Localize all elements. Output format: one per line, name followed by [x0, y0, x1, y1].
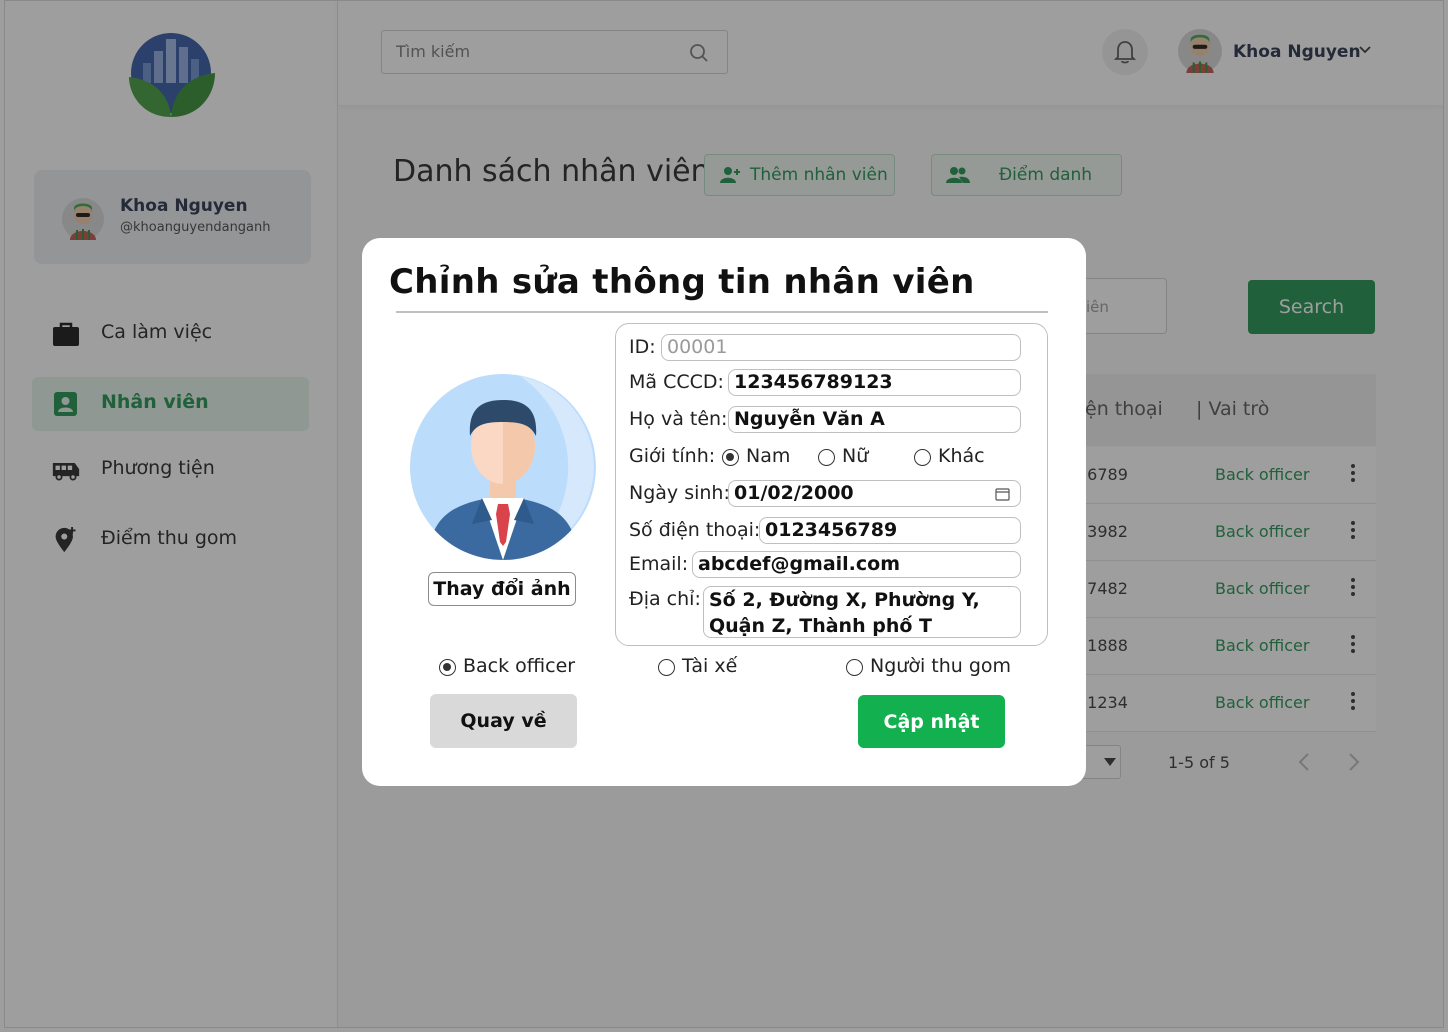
full-name-field[interactable]: Nguyễn Văn A	[728, 406, 1021, 433]
radio-label: Khác	[938, 445, 985, 467]
calendar-icon[interactable]	[995, 487, 1010, 501]
dob-label: Ngày sinh:	[629, 482, 730, 504]
cccd-row: Mã CCCD: 123456789123	[629, 369, 1035, 397]
radio-unselected-icon	[846, 659, 863, 676]
radio-selected-icon	[722, 449, 739, 466]
employee-form: ID: 00001 Mã CCCD: 123456789123 Họ và tê…	[615, 323, 1048, 646]
email-label: Email:	[629, 553, 689, 575]
radio-label: Nữ	[842, 445, 869, 467]
id-field[interactable]: 00001	[661, 334, 1021, 361]
dob-value: 01/02/2000	[734, 482, 854, 504]
gender-label: Giới tính:	[629, 445, 716, 467]
radio-label: Nam	[746, 445, 791, 467]
update-button[interactable]: Cập nhật	[858, 695, 1005, 748]
email-row: Email: abcdef@gmail.com	[629, 551, 1035, 579]
change-photo-button[interactable]: Thay đổi ảnh	[428, 572, 576, 606]
cccd-field[interactable]: 123456789123	[728, 369, 1021, 396]
email-field[interactable]: abcdef@gmail.com	[692, 551, 1021, 578]
divider	[396, 311, 1048, 313]
address-field[interactable]: Số 2, Đường X, Phường Y, Quận Z, Thành p…	[703, 586, 1021, 638]
dob-row: Ngày sinh: 01/02/2000	[629, 480, 1035, 508]
back-button[interactable]: Quay về	[430, 694, 577, 748]
name-row: Họ và tên: Nguyễn Văn A	[629, 406, 1035, 434]
radio-unselected-icon	[818, 449, 835, 466]
employee-avatar	[410, 374, 596, 560]
dialog-title: Chỉnh sửa thông tin nhân viên	[389, 262, 975, 302]
radio-label: Người thu gom	[870, 655, 1012, 677]
radio-unselected-icon	[914, 449, 931, 466]
phone-row: Số điện thoại: 0123456789	[629, 517, 1035, 545]
phone-label: Số điện thoại:	[629, 519, 761, 541]
address-label: Địa chỉ:	[629, 588, 701, 610]
radio-unselected-icon	[658, 659, 675, 676]
dob-field[interactable]: 01/02/2000	[728, 480, 1021, 507]
id-row: ID: 00001	[629, 334, 1035, 362]
name-label: Họ và tên:	[629, 408, 728, 430]
phone-field[interactable]: 0123456789	[759, 517, 1021, 544]
radio-label: Tài xế	[682, 655, 738, 677]
id-label: ID:	[629, 336, 656, 358]
gender-row: Giới tính: Nam Nữ Khác	[629, 443, 1035, 471]
cccd-label: Mã CCCD:	[629, 371, 724, 393]
edit-employee-dialog: Chỉnh sửa thông tin nhân viên Thay đổi ả…	[362, 238, 1086, 786]
address-row: Địa chỉ: Số 2, Đường X, Phường Y, Quận Z…	[629, 586, 1035, 638]
radio-selected-icon	[439, 659, 456, 676]
radio-label: Back officer	[463, 655, 576, 677]
